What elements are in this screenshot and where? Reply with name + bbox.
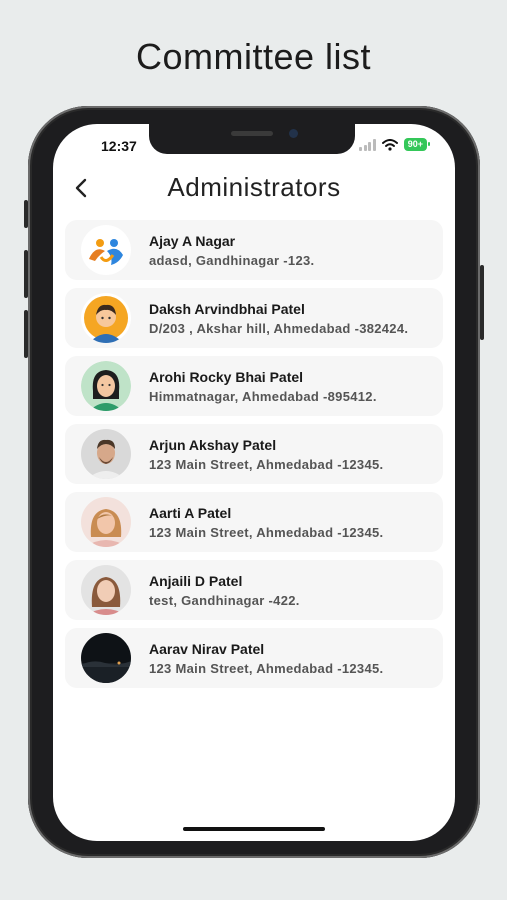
member-card[interactable]: Daksh Arvindbhai Patel D/203 , Akshar hi… [65,288,443,348]
page-title: Administrators [167,172,341,202]
battery-icon: 90+ [403,138,431,151]
member-card[interactable]: Aarav Nirav Patel 123 Main Street, Ahmed… [65,628,443,688]
front-camera [289,129,298,138]
speaker [231,131,273,136]
volume-down-button [24,310,28,358]
member-card[interactable]: Arohi Rocky Bhai Patel Himmatnagar, Ahme… [65,356,443,416]
photo-woman-icon [81,565,131,615]
header: Administrators [53,170,455,210]
phone-screen: 12:37 90+ Administrators Ajay A Nagar ad… [53,124,455,841]
member-card[interactable]: Aarti A Patel 123 Main Street, Ahmedabad… [65,492,443,552]
member-address: adasd, Gandhinagar -123. [149,252,315,268]
member-address: D/203 , Akshar hill, Ahmedabad -382424. [149,320,409,336]
member-name: Daksh Arvindbhai Patel [149,300,305,317]
member-name: Arohi Rocky Bhai Patel [149,368,304,385]
cartoon-man-icon [81,293,131,343]
member-card[interactable]: Arjun Akshay Patel 123 Main Street, Ahme… [65,424,443,484]
photo-man-icon [81,429,131,479]
member-address: test, Gandhinagar -422. [149,592,300,608]
photo-woman-icon [81,497,131,547]
member-address: 123 Main Street, Ahmedabad -12345. [149,524,384,540]
member-address: 123 Main Street, Ahmedabad -12345. [149,660,384,676]
status-icons: 90+ [359,138,431,151]
member-name: Ajay A Nagar [149,232,236,249]
cartoon-woman-icon [81,361,131,411]
status-time: 12:37 [101,138,137,154]
member-address: 123 Main Street, Ahmedabad -12345. [149,456,384,472]
member-card[interactable]: Anjaili D Patel test, Gandhinagar -422. [65,560,443,620]
photo-night-sky-icon [81,633,131,683]
power-button [480,265,484,340]
member-name: Aarti A Patel [149,504,232,521]
silent-switch [24,200,28,228]
logo-figures-icon [81,225,131,275]
volume-up-button [24,250,28,298]
member-address: Himmatnagar, Ahmedabad -895412. [149,388,377,404]
promo-title: Committee list [135,36,372,77]
member-card[interactable]: Ajay A Nagar adasd, Gandhinagar -123. [65,220,443,280]
wifi-icon [381,138,398,151]
member-name: Anjaili D Patel [149,572,243,589]
signal-icon [359,138,376,151]
member-list: Ajay A Nagar adasd, Gandhinagar -123. Da… [65,220,443,696]
notch [149,124,355,154]
member-name: Aarav Nirav Patel [149,640,265,657]
home-indicator[interactable] [183,827,325,831]
member-name: Arjun Akshay Patel [149,436,277,453]
